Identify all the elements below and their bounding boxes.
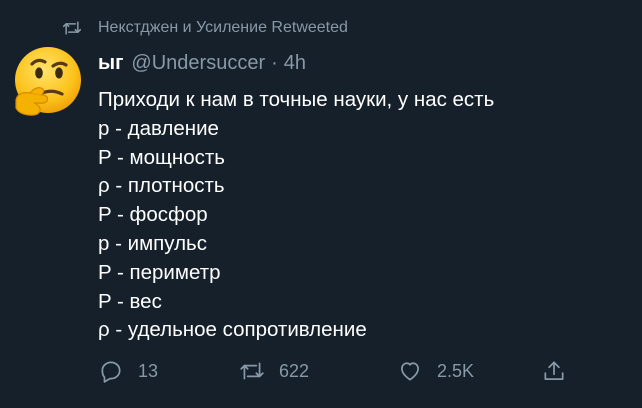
- tweet-text-line: P - периметр: [98, 260, 221, 284]
- retweet-icon: [62, 18, 82, 38]
- tweet[interactable]: Некстджен и Усиление Retweeted ыг @Under…: [0, 0, 642, 408]
- retweet-button[interactable]: 622: [239, 358, 309, 384]
- heart-icon: [397, 358, 423, 384]
- tweet-text-line: ρ - удельное сопротивление: [98, 318, 367, 342]
- share-button[interactable]: [541, 358, 567, 384]
- retweet-context[interactable]: Некстджен и Усиление Retweeted: [62, 18, 348, 38]
- reply-button[interactable]: 13: [98, 358, 158, 384]
- avatar[interactable]: [10, 44, 86, 120]
- tweet-text-line: p - импульс: [98, 231, 207, 255]
- thinking-face-emoji-icon: [15, 47, 81, 116]
- retweet-context-text: Некстджен и Усиление Retweeted: [98, 19, 348, 36]
- reply-count: 13: [138, 360, 159, 381]
- tweet-text-line: P - фосфор: [98, 203, 208, 227]
- tweet-text-line: P - вес: [98, 289, 162, 313]
- retweet-icon: [239, 358, 265, 384]
- like-count: 2.5K: [437, 360, 475, 381]
- like-button[interactable]: 2.5K: [397, 358, 474, 384]
- retweet-count: 622: [279, 360, 310, 381]
- tweet-header: ыг @Undersuccer · 4h: [98, 52, 306, 75]
- tweet-text: Приходи к нам в точные науки, у нас есть…: [98, 86, 494, 345]
- author-handle[interactable]: @Undersuccer: [131, 52, 265, 75]
- header-separator: ·: [271, 52, 278, 74]
- reply-icon: [98, 358, 124, 384]
- tweet-actions: 13 622 2.5K: [98, 358, 578, 388]
- tweet-text-line: P - мощность: [98, 145, 225, 169]
- tweet-text-line: ρ - плотность: [98, 174, 225, 198]
- share-icon: [541, 358, 567, 384]
- tweet-text-line: Приходи к нам в точные науки, у нас есть: [98, 88, 495, 111]
- author-name[interactable]: ыг: [98, 52, 123, 75]
- tweet-timestamp[interactable]: 4h: [284, 52, 306, 75]
- tweet-text-line: p - давление: [98, 116, 219, 140]
